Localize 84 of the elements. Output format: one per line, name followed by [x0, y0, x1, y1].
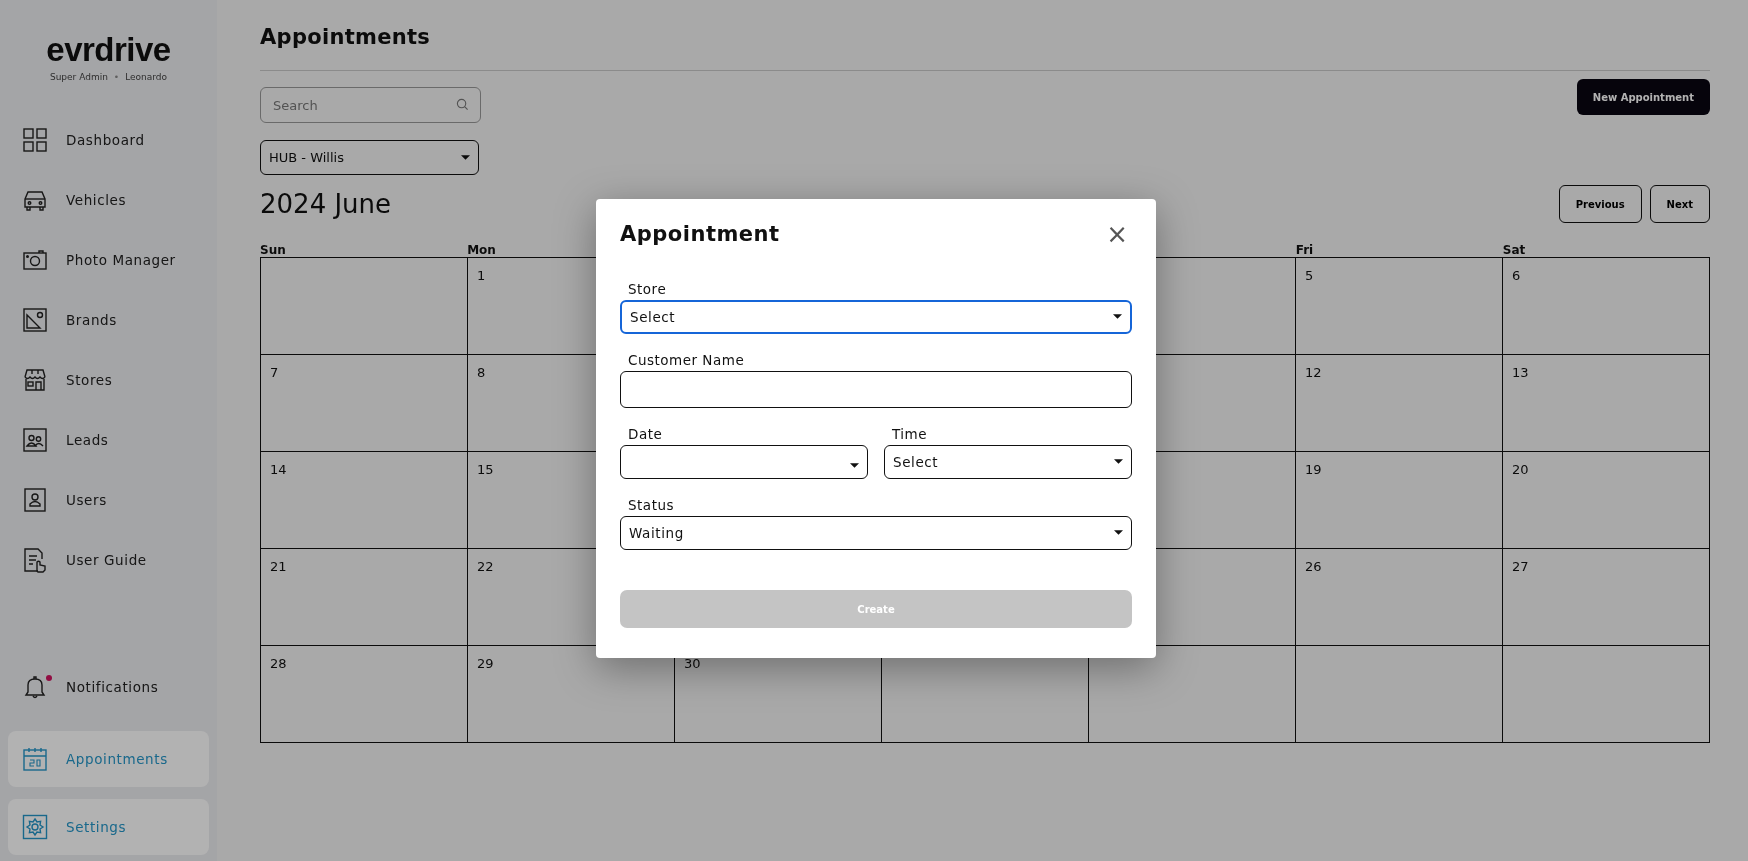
calendar-day-cell[interactable]: 6 — [1503, 258, 1710, 355]
day-number: 28 — [270, 656, 287, 671]
calendar-day-cell[interactable]: 21 — [261, 549, 468, 646]
person-icon — [22, 487, 48, 513]
gear-icon — [22, 814, 48, 840]
day-number: 19 — [1305, 462, 1322, 477]
caret-icon — [1114, 459, 1123, 465]
calendar-icon — [22, 746, 48, 772]
day-number: 22 — [477, 559, 494, 574]
day-number: 6 — [1512, 268, 1521, 283]
day-number: 15 — [477, 462, 494, 477]
nav-item[interactable]: Users — [8, 472, 209, 528]
logo-text: evrdrive — [46, 32, 171, 68]
next-button[interactable]: Next — [1649, 185, 1710, 223]
calendar-day-cell[interactable]: 14 — [261, 452, 468, 549]
store-icon — [22, 367, 48, 393]
nav-item[interactable]: Photo Manager — [8, 232, 209, 288]
nav-item[interactable]: Dashboard — [8, 112, 209, 168]
close-button[interactable]: × — [1102, 221, 1132, 247]
dialog-title: Appointment — [620, 222, 780, 246]
nav-item[interactable]: Notifications — [8, 659, 209, 715]
month-title: 2024 June — [260, 189, 392, 219]
field-label: Store — [627, 281, 668, 297]
people-icon — [22, 427, 48, 453]
calendar-day-cell[interactable] — [1503, 646, 1710, 743]
day-number: 8 — [477, 365, 486, 380]
field-label: Status — [627, 497, 676, 513]
nav-item[interactable]: Vehicles — [8, 172, 209, 228]
caret-icon — [461, 154, 470, 161]
calendar-day-cell[interactable] — [1296, 646, 1503, 743]
nav-item[interactable]: Leads — [8, 412, 209, 468]
nav-item[interactable]: Brands — [8, 292, 209, 348]
bell-icon — [22, 674, 48, 700]
caret-icon — [1113, 314, 1122, 320]
day-number: 14 — [270, 462, 287, 477]
role-label: Super Admin — [49, 72, 108, 82]
store-dropdown[interactable]: HUB - Willis — [260, 140, 479, 175]
calendar-day-cell[interactable]: 12 — [1296, 355, 1503, 452]
caret-icon — [850, 463, 859, 469]
calendar-day-cell[interactable]: 19 — [1296, 452, 1503, 549]
search-field[interactable]: Search — [260, 87, 481, 123]
day-number: 30 — [684, 656, 701, 671]
day-number: 12 — [1305, 365, 1322, 380]
image-icon — [22, 307, 48, 333]
day-number: 21 — [270, 559, 287, 574]
document-icon — [22, 547, 48, 573]
user-name: Leonardo — [125, 72, 168, 82]
nav-item[interactable]: Stores — [8, 352, 209, 408]
weekday-label: Fri — [1295, 243, 1314, 257]
day-number: 1 — [477, 268, 486, 283]
day-number: 13 — [1512, 365, 1529, 380]
calendar-day-cell[interactable]: 26 — [1296, 549, 1503, 646]
field-label: Time — [891, 426, 929, 442]
nav-item[interactable]: User Guide — [8, 532, 209, 588]
camera-icon — [22, 247, 48, 273]
previous-button[interactable]: Previous — [1558, 185, 1642, 223]
calendar-day-cell[interactable]: 13 — [1503, 355, 1710, 452]
day-number: 5 — [1305, 268, 1314, 283]
caret-icon — [1114, 530, 1123, 536]
page-title: Appointments — [260, 24, 432, 50]
weekday-label: Sat — [1502, 243, 1526, 257]
day-number: 7 — [270, 365, 279, 380]
field-label: Date — [627, 426, 664, 442]
select-field[interactable]: Select — [620, 300, 1132, 334]
grid-icon — [22, 127, 48, 153]
weekday-label: Mon — [467, 243, 496, 257]
day-number: 27 — [1512, 559, 1529, 574]
search-icon — [456, 98, 469, 111]
day-number: 26 — [1305, 559, 1322, 574]
separator-dot: • — [113, 72, 120, 82]
calendar-day-cell[interactable]: 7 — [261, 355, 468, 452]
select-field[interactable]: Waiting — [620, 516, 1132, 550]
select-field[interactable]: Select — [884, 445, 1132, 479]
calendar-day-cell[interactable]: 20 — [1503, 452, 1710, 549]
calendar-day-cell[interactable]: 5 — [1296, 258, 1503, 355]
weekday-label: Sun — [260, 243, 286, 257]
input-field[interactable] — [620, 371, 1132, 408]
calendar-day-cell[interactable]: 27 — [1503, 549, 1710, 646]
calendar-day-cell[interactable] — [261, 258, 468, 355]
new-appointment-button[interactable]: New Appointment — [1576, 79, 1710, 115]
calendar-day-cell[interactable]: 28 — [261, 646, 468, 743]
day-number: 29 — [477, 656, 494, 671]
day-number: 20 — [1512, 462, 1529, 477]
select-field[interactable] — [620, 445, 868, 479]
